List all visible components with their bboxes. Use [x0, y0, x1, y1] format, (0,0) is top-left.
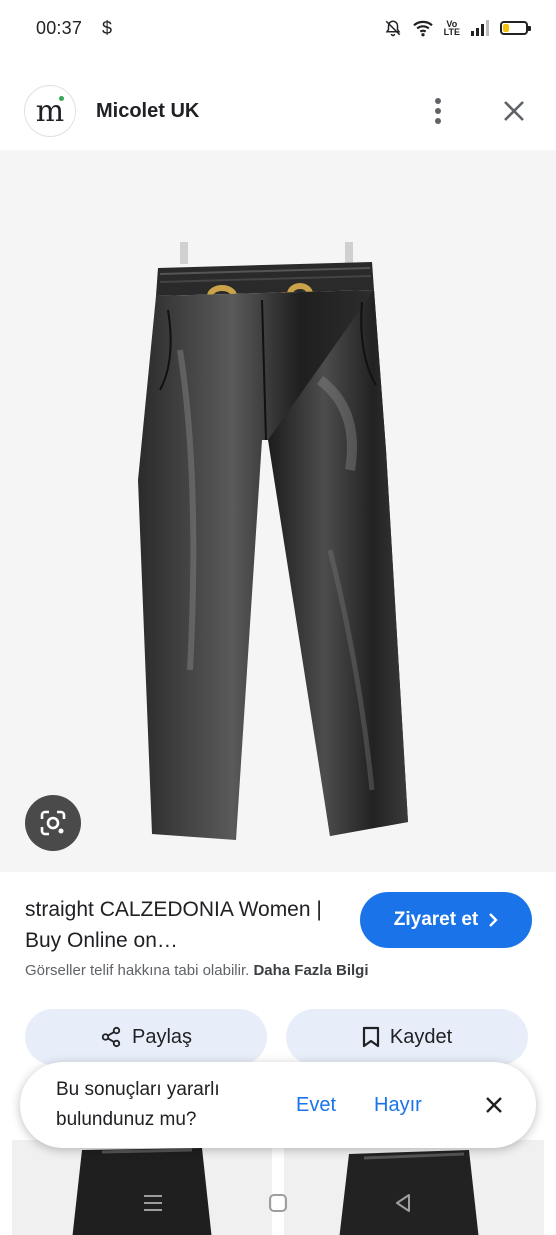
- close-icon[interactable]: [496, 93, 532, 129]
- system-nav-bar: [0, 1170, 556, 1235]
- product-image[interactable]: [0, 150, 556, 872]
- back-icon[interactable]: [385, 1185, 421, 1221]
- signal-icon: [470, 20, 490, 36]
- share-icon: [101, 1026, 121, 1048]
- volte-icon: Vo LTE: [443, 20, 460, 37]
- volte-bottom-text: LTE: [443, 27, 460, 37]
- more-options-icon[interactable]: [420, 93, 456, 129]
- learn-more-link[interactable]: Daha Fazla Bilgi: [253, 962, 368, 979]
- dollar-icon: $: [102, 17, 113, 38]
- visit-button[interactable]: Ziyaret et: [360, 892, 532, 948]
- leather-pants-image: [138, 242, 408, 840]
- share-button[interactable]: Paylaş: [25, 1009, 267, 1065]
- battery-icon: [500, 21, 531, 35]
- mute-bell-icon: [384, 19, 402, 37]
- status-icons: Vo LTE: [384, 19, 531, 37]
- logo-dot: [59, 96, 64, 101]
- header-actions: [420, 93, 532, 129]
- wifi-icon: [412, 19, 434, 37]
- bookmark-icon: [362, 1026, 379, 1048]
- feedback-close-icon[interactable]: [476, 1087, 512, 1123]
- feedback-yes-button[interactable]: Evet: [296, 1094, 336, 1117]
- feedback-card: Bu sonuçları yararlı bulundunuz mu? Evet…: [20, 1062, 536, 1148]
- save-label: Kaydet: [389, 1025, 453, 1048]
- copyright-text: Görseller telif hakkına tabi olabilir.: [25, 962, 250, 979]
- site-logo[interactable]: m: [24, 85, 76, 137]
- battery-level: [503, 24, 509, 32]
- visit-button-label: Ziyaret et: [393, 909, 479, 930]
- feedback-question: Bu sonuçları yararlı bulundunuz mu?: [56, 1079, 220, 1130]
- lens-icon: [40, 810, 66, 836]
- share-label: Paylaş: [131, 1025, 193, 1048]
- status-time: 00:37: [36, 17, 83, 38]
- lens-search-button[interactable]: [25, 795, 81, 851]
- status-bar: 00:37 $ Vo LTE: [0, 0, 556, 56]
- result-title[interactable]: straight CALZEDONIA Women | Buy Online o…: [25, 894, 345, 956]
- result-header: m Micolet UK: [0, 80, 556, 142]
- home-icon[interactable]: [260, 1185, 296, 1221]
- chevron-right-icon: [489, 913, 498, 927]
- recent-apps-icon[interactable]: [135, 1185, 171, 1221]
- site-name[interactable]: Micolet UK: [96, 100, 199, 123]
- save-button[interactable]: Kaydet: [286, 1009, 528, 1065]
- feedback-no-button[interactable]: Hayır: [374, 1094, 422, 1117]
- copyright-notice: Görseller telif hakkına tabi olabilir. D…: [25, 962, 545, 979]
- action-row: Paylaş Kaydet: [0, 1009, 556, 1065]
